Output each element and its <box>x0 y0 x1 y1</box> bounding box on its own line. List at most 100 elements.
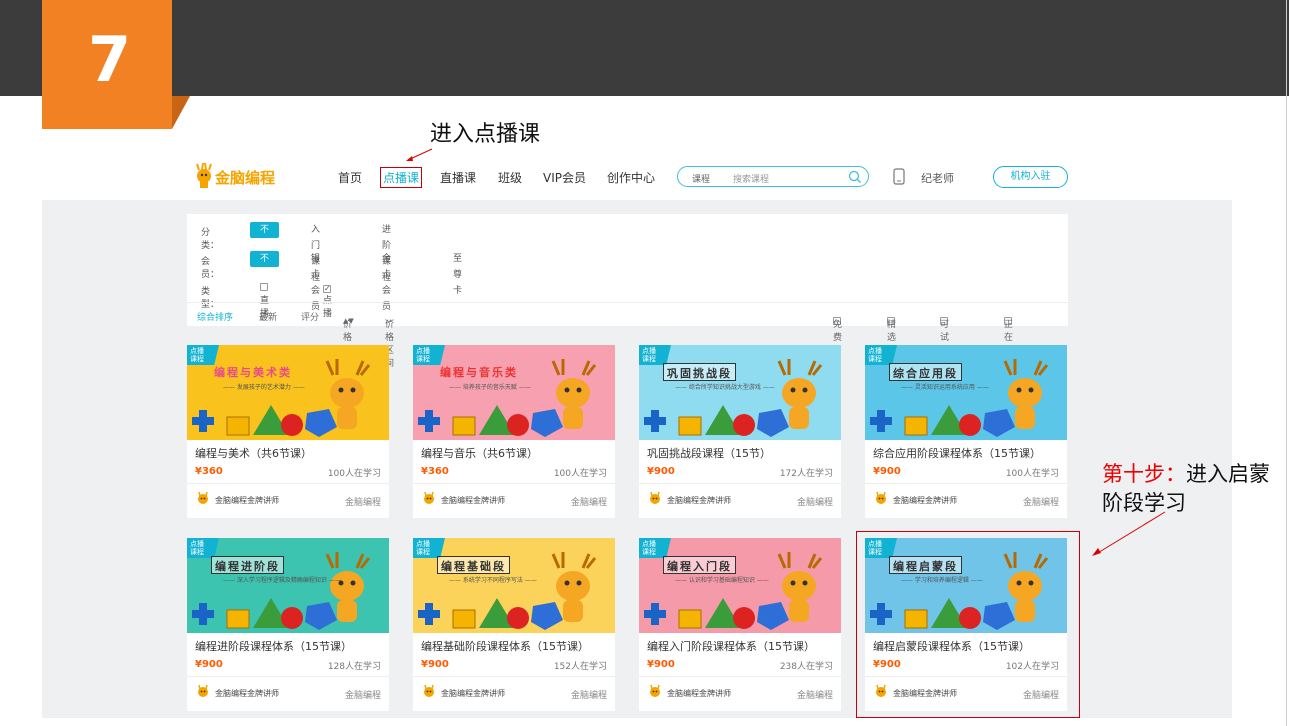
course-card[interactable]: 点播课程 巩固挑战段 —— 综合所学知识挑战大型游戏 —— 巩固挑战段课程（15节） ¥… <box>639 345 841 518</box>
org-join-button[interactable]: 机构入驻 <box>993 166 1068 188</box>
course-cover-art <box>644 359 823 437</box>
search-box[interactable]: 课程 搜索课程 <box>677 166 869 187</box>
tag-text: 点播课程 <box>642 347 656 363</box>
card-divider <box>639 676 841 677</box>
search-icon[interactable] <box>848 170 862 184</box>
course-cover[interactable]: 点播课程 编程进阶段 —— 深入学习程序逻辑及精确编程知识 —— <box>187 538 389 633</box>
course-title[interactable]: 编程与音乐（共6节课） <box>421 445 538 461</box>
vod-tag: 点播课程 <box>187 345 219 365</box>
tag-text: 点播课程 <box>416 540 430 556</box>
course-title[interactable]: 编程入门阶段课程体系（15节课） <box>647 638 815 654</box>
vod-tag: 点播课程 <box>865 345 897 365</box>
cover-title: 编程基础段 <box>437 556 510 574</box>
filter-option[interactable]: 不限 <box>250 222 280 251</box>
course-card[interactable]: 点播课程 综合应用段 —— 灵活知识运用系统应用 —— 综合应用阶段课程体系（15节课… <box>865 345 1067 518</box>
course-title[interactable]: 巩固挑战段课程（15节） <box>647 445 771 461</box>
cover-subtitle: —— 发展孩子的艺术潜力 —— <box>223 384 305 391</box>
annotation-step-prefix: 第十步： <box>1102 462 1186 486</box>
deer-mascot-icon <box>876 491 886 504</box>
org-name: 金脑编程 <box>796 691 833 701</box>
course-title[interactable]: 编程与美术（共6节课） <box>195 445 312 461</box>
search-category[interactable]: 课程 <box>692 172 710 185</box>
nav-home[interactable]: 首页 <box>338 169 362 186</box>
checkbox-icon[interactable]: ✓ <box>323 285 331 293</box>
course-card[interactable]: 点播课程 编程与美术类 —— 发展孩子的艺术潜力 —— 编程与美术（共6节课） ¥360… <box>187 345 389 518</box>
nav-vip[interactable]: VIP会员 <box>543 169 586 186</box>
user-name[interactable]: 纪老师 <box>921 170 954 186</box>
step-badge-fold <box>172 96 190 129</box>
course-title[interactable]: 综合应用阶段课程体系（15节课） <box>873 445 1041 461</box>
step-number-badge: 7 <box>42 0 172 129</box>
course-cover-art <box>418 552 597 630</box>
vod-tag: 点播课程 <box>187 538 219 558</box>
org-name: 金脑编程 <box>1022 498 1059 508</box>
chevron-down-icon: ﹀ <box>385 320 395 330</box>
filter-label: 会员： <box>201 257 220 280</box>
teacher-name: 金脑编程金牌讲师 <box>215 689 279 698</box>
course-card[interactable]: 点播课程 编程基础段 —— 系统学习不同程序写法 —— 编程基础阶段课程体系（15节课… <box>413 538 615 711</box>
course-cover[interactable]: 点播课程 编程与美术类 —— 发展孩子的艺术潜力 —— <box>187 345 389 440</box>
course-card[interactable]: 点播课程 编程进阶段 —— 深入学习程序逻辑及精确编程知识 —— 编程进阶段课程体系（… <box>187 538 389 711</box>
deer-mascot-icon <box>198 684 208 697</box>
learner-count: 100人在学习 <box>553 469 607 479</box>
sort-rating[interactable]: 评分 <box>301 310 319 323</box>
course-cover[interactable]: 点播课程 编程基础段 —— 系统学习不同程序写法 —— <box>413 538 615 633</box>
filter-panel: 分类： 不限 入门课程 进阶课程 会员： 不限 银卡会员 金卡会员 至尊卡 类型… <box>187 214 1068 369</box>
nav-creation-center[interactable]: 创作中心 <box>607 169 655 186</box>
slide-top-bar <box>0 0 1289 96</box>
filter-option[interactable]: 金卡会员 <box>372 251 401 312</box>
card-divider <box>639 483 841 484</box>
filter-option[interactable]: 至尊卡 <box>443 251 472 296</box>
course-card[interactable]: 点播课程 编程入门段 —— 认识和学习基础编程知识 —— 编程入门阶段课程体系（15节… <box>639 538 841 711</box>
checkbox-icon[interactable] <box>260 283 268 291</box>
tag-text: 点播课程 <box>190 540 204 556</box>
learner-count: 152人在学习 <box>553 662 607 672</box>
cover-subtitle: —— 综合所学知识挑战大型游戏 —— <box>675 384 775 391</box>
check-label: 免费 <box>833 320 843 343</box>
cover-title: 编程入门段 <box>663 556 736 574</box>
filter-option[interactable]: 银卡会员 <box>301 251 330 312</box>
course-cover[interactable]: 点播课程 编程入门段 —— 认识和学习基础编程知识 —— <box>639 538 841 633</box>
filter-option[interactable]: 入门课程 <box>301 222 330 283</box>
search-input[interactable]: 搜索课程 <box>733 172 769 185</box>
arrow-icon <box>1092 511 1166 556</box>
teacher-name: 金脑编程金牌讲师 <box>893 496 957 505</box>
cover-title: 编程与美术类 <box>214 366 292 379</box>
check-label: 精选 <box>887 320 897 343</box>
course-price: ¥900 <box>421 659 449 670</box>
course-cover[interactable]: 点播课程 综合应用段 —— 灵活知识运用系统应用 —— <box>865 345 1067 440</box>
course-price: ¥900 <box>195 659 223 670</box>
site-logo[interactable]: 金脑编程 <box>193 160 293 190</box>
course-title[interactable]: 编程基础阶段课程体系（15节课） <box>421 638 589 654</box>
cover-subtitle: —— 深入学习程序逻辑及精确编程知识 —— <box>223 577 341 584</box>
deer-mascot-icon <box>198 491 208 504</box>
org-name: 金脑编程 <box>344 498 381 508</box>
course-price: ¥900 <box>647 466 675 477</box>
card-divider <box>413 676 615 677</box>
sort-default[interactable]: 综合排序 <box>197 310 233 323</box>
sort-newest[interactable]: 最新 <box>259 310 277 323</box>
course-cover-art <box>644 552 823 630</box>
course-cover[interactable]: 点播课程 巩固挑战段 —— 综合所学知识挑战大型游戏 —— <box>639 345 841 440</box>
sort-arrows-icon: ▲▼ <box>343 317 354 325</box>
nav-live-course[interactable]: 直播课 <box>440 169 476 186</box>
nav-class[interactable]: 班级 <box>498 169 522 186</box>
filter-option[interactable]: 进阶课程 <box>372 222 401 283</box>
phone-icon[interactable] <box>893 168 905 185</box>
course-cover-art <box>870 359 1049 437</box>
tag-text: 点播课程 <box>642 540 656 556</box>
course-card[interactable]: 点播课程 编程与音乐类 —— 培养孩子的音乐天赋 —— 编程与音乐（共6节课） ¥360… <box>413 345 615 518</box>
arrow-icon <box>406 148 433 161</box>
deer-mascot-icon <box>196 162 212 188</box>
highlight-box <box>856 531 1080 718</box>
course-cover[interactable]: 点播课程 编程与音乐类 —— 培养孩子的音乐天赋 —— <box>413 345 615 440</box>
learner-count: 172人在学习 <box>779 469 833 479</box>
nav-vod-course[interactable]: 点播课 <box>380 167 423 188</box>
learner-count: 128人在学习 <box>327 662 381 672</box>
teacher-name: 金脑编程金牌讲师 <box>215 496 279 505</box>
filter-option[interactable]: 不限 <box>250 251 280 280</box>
annotation-enter-vod: 进入点播课 <box>430 122 541 147</box>
card-divider <box>187 483 389 484</box>
tag-text: 点播课程 <box>190 347 204 363</box>
course-title[interactable]: 编程进阶段课程体系（15节课） <box>195 638 352 654</box>
